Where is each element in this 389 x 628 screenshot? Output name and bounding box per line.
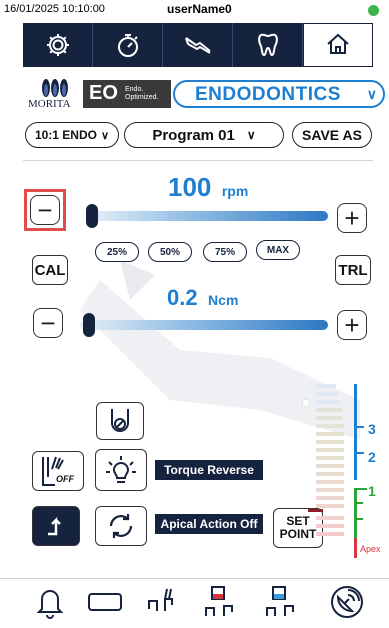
apex-mark-1: 1 xyxy=(368,483,376,499)
preset-max-button[interactable]: MAX xyxy=(256,240,300,260)
ratio-select[interactable]: 10:1 ENDO ∨ xyxy=(25,122,119,148)
morita-text: MORITA xyxy=(28,98,71,110)
rotate-arrows-icon xyxy=(109,514,133,538)
auto-start-button[interactable] xyxy=(32,506,80,546)
brand-row: MORITA EO Endo. Optimized. ENDODONTICS ∨ xyxy=(23,76,385,110)
speed-value: 100 xyxy=(168,172,212,202)
chevron-down-icon: ∨ xyxy=(246,128,256,142)
save-as-button[interactable]: SAVE AS xyxy=(292,122,372,148)
eo-logo: EO Endo. Optimized. xyxy=(83,80,171,108)
satellite-dish-icon xyxy=(331,586,363,618)
light-off-label: OFF xyxy=(56,474,74,484)
file-detect-button[interactable] xyxy=(96,402,144,440)
eo-logo-subtext: Endo. Optimized. xyxy=(125,86,159,101)
tools-icon xyxy=(184,37,211,54)
trl-button[interactable]: TRL xyxy=(335,255,371,285)
program-label: Program 01 xyxy=(152,126,235,144)
light-off-button[interactable]: OFF xyxy=(32,451,84,491)
apex-label: Apex xyxy=(360,544,381,554)
torque-reverse-label: Torque Reverse xyxy=(164,463,254,477)
status-bar: 16/01/2025 10:10:00 userName0 xyxy=(0,0,389,20)
program-row: 10:1 ENDO ∨ Program 01 ∨ SAVE AS xyxy=(23,122,373,150)
selection-highlight xyxy=(24,189,66,231)
apex-meter-scale xyxy=(354,384,367,558)
timer-tab[interactable] xyxy=(93,23,163,67)
apex-mark-3: 3 xyxy=(368,421,376,437)
file-handpiece-icon xyxy=(148,588,173,611)
preset-75-button[interactable]: 75% xyxy=(203,242,247,262)
speed-increase-button[interactable]: + xyxy=(337,203,367,233)
lightbulb-icon xyxy=(106,456,136,483)
handpiece-blue-button[interactable] xyxy=(259,582,303,622)
handpiece-red-button[interactable] xyxy=(198,582,242,622)
chevron-down-icon: ∨ xyxy=(100,129,110,142)
torque-increase-button[interactable]: + xyxy=(337,310,367,340)
connection-status-indicator xyxy=(368,5,379,16)
home-tab[interactable] xyxy=(303,23,373,67)
speed-slider-handle[interactable] xyxy=(86,204,98,228)
preset-25-label: 25% xyxy=(106,246,127,258)
chevron-down-icon: ∨ xyxy=(366,86,377,102)
username-text: userName0 xyxy=(167,2,232,16)
mode-label: ENDODONTICS xyxy=(195,84,341,105)
tools-tab[interactable] xyxy=(163,23,233,67)
torque-reverse-label-box[interactable]: Torque Reverse xyxy=(155,460,263,480)
datetime-text: 16/01/2025 10:10:00 xyxy=(4,3,105,15)
file-slash-icon xyxy=(111,409,129,432)
section-divider xyxy=(23,160,373,161)
torque-slider-track[interactable] xyxy=(80,320,328,330)
top-nav-bar xyxy=(23,23,373,67)
program-select[interactable]: Program 01 ∨ xyxy=(124,122,284,148)
preset-75-label: 75% xyxy=(214,246,235,258)
handpiece-button[interactable] xyxy=(140,582,184,622)
cal-button[interactable]: CAL xyxy=(32,255,68,285)
file-blue-handpiece-icon xyxy=(266,586,294,616)
apical-action-label-box[interactable]: Apical Action Off xyxy=(155,514,263,534)
save-as-label: SAVE AS xyxy=(302,127,362,143)
wireless-button[interactable] xyxy=(325,582,369,622)
notifications-button[interactable] xyxy=(28,582,72,622)
bell-icon xyxy=(36,590,64,619)
preset-25-button[interactable]: 25% xyxy=(95,242,139,262)
speed-slider-track[interactable] xyxy=(88,211,328,221)
trl-label: TRL xyxy=(338,261,368,279)
mode-select[interactable]: ENDODONTICS ∨ xyxy=(173,80,385,108)
torque-value: 0.2 xyxy=(167,285,198,310)
apex-mark-2: 2 xyxy=(368,449,376,465)
preset-50-label: 50% xyxy=(159,246,180,258)
apical-action-button[interactable] xyxy=(95,506,147,546)
torque-value-display: 0.2 Ncm xyxy=(167,285,238,311)
bottom-nav-bar xyxy=(23,582,373,622)
morita-logo: MORITA xyxy=(28,78,76,110)
preset-50-button[interactable]: 50% xyxy=(148,242,192,262)
apex-meter-bars xyxy=(308,384,344,536)
eo-logo-text: EO xyxy=(89,82,118,104)
auto-start-icon xyxy=(48,516,61,536)
speed-value-display: 100 rpm xyxy=(168,172,248,203)
file-red-handpiece-icon xyxy=(205,586,233,616)
tooth-icon xyxy=(257,33,278,57)
ratio-label: 10:1 ENDO xyxy=(34,128,97,142)
cal-label: CAL xyxy=(34,261,66,279)
tooth-tab[interactable] xyxy=(233,23,303,67)
home-icon xyxy=(327,33,349,54)
rectangle-icon xyxy=(88,593,122,611)
gear-icon xyxy=(46,34,69,56)
speed-unit: rpm xyxy=(221,183,249,199)
apical-action-label: Apical Action Off xyxy=(160,517,258,531)
light-button[interactable] xyxy=(95,449,147,491)
torque-slider-handle[interactable] xyxy=(83,313,95,337)
torque-unit: Ncm xyxy=(208,292,239,308)
stopwatch-icon xyxy=(117,34,138,57)
torque-decrease-button[interactable]: − xyxy=(33,308,63,338)
display-button[interactable] xyxy=(83,582,127,622)
preset-max-label: MAX xyxy=(266,244,290,256)
apex-meter: 3 2 1 Apex xyxy=(308,384,381,558)
bottom-divider xyxy=(0,578,389,579)
settings-tab[interactable] xyxy=(23,23,93,67)
